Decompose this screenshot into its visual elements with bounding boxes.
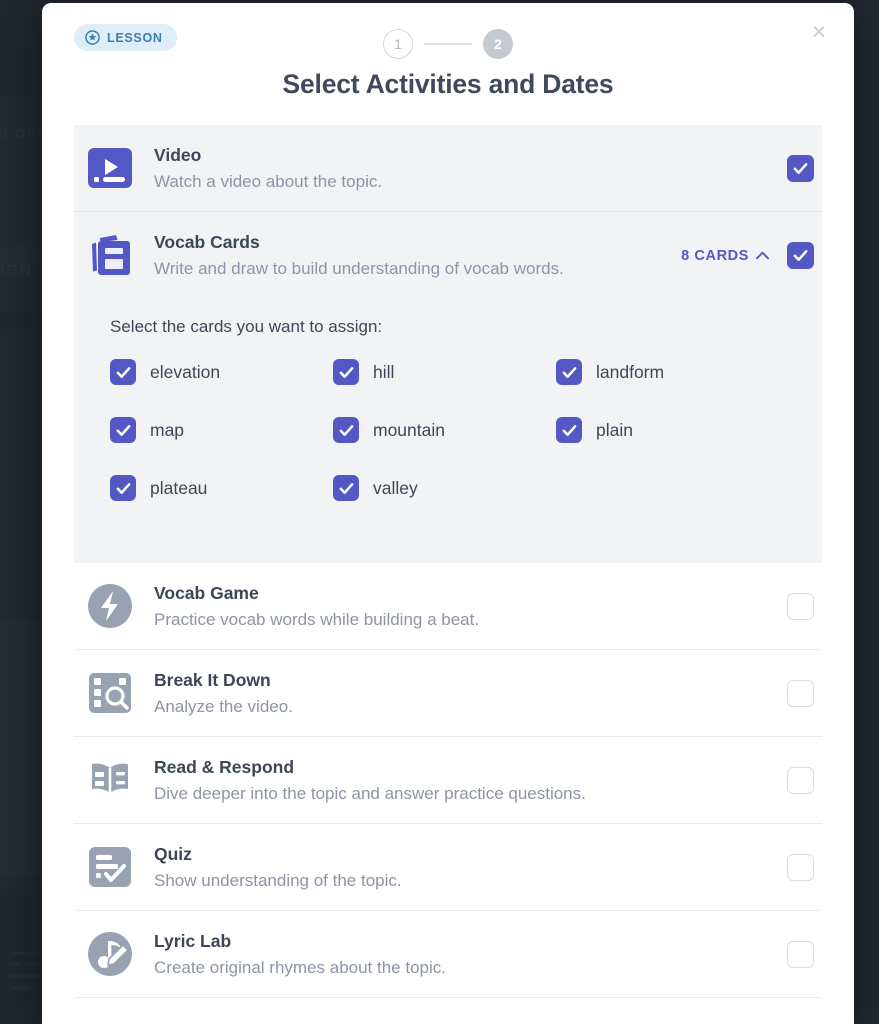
activity-name: Break It Down <box>154 669 271 690</box>
activity-row-quiz[interactable]: Quiz Show understanding of the topic. <box>74 824 822 911</box>
vocab-card-option[interactable]: landform <box>556 359 779 385</box>
step-indicator: 1 2 <box>42 29 854 59</box>
activity-text: Vocab Cards Write and draw to build under… <box>154 232 681 279</box>
activity-description: Practice vocab words while building a be… <box>154 609 480 629</box>
activity-description: Analyze the video. <box>154 696 293 716</box>
activity-checkbox[interactable] <box>787 154 814 182</box>
activity-name: Video <box>154 144 202 165</box>
vocab-card-option[interactable]: valley <box>333 475 556 501</box>
activity-list: Video Watch a video about the topic. Vocab… <box>42 125 854 998</box>
vocab-card-checkbox[interactable] <box>556 417 582 443</box>
step-2[interactable]: 2 <box>483 29 513 59</box>
lightning-bolt-icon <box>86 582 134 630</box>
vocab-card-option[interactable]: hill <box>333 359 556 385</box>
vocab-card-option[interactable]: plateau <box>110 475 333 501</box>
activity-name: Vocab Cards <box>154 232 260 252</box>
select-activities-modal: LESSON 1 2 Select Activities and Dates ×… <box>42 3 854 1024</box>
activity-text: Vocab Game Practice vocab words while bui… <box>154 583 787 630</box>
vocab-card-option[interactable]: mountain <box>333 417 556 443</box>
activity-checkbox[interactable] <box>787 853 814 881</box>
vocab-card-checkbox[interactable] <box>556 359 582 385</box>
card-count-label: 8 CARDS <box>681 247 749 264</box>
vocab-card-checkbox[interactable] <box>110 359 136 385</box>
activity-name: Vocab Game <box>154 582 259 603</box>
card-count-toggle[interactable]: 8 CARDS <box>681 248 769 264</box>
activity-checkbox[interactable] <box>787 766 814 794</box>
activity-row-video[interactable]: Video Watch a video about the topic. <box>74 125 822 212</box>
vocab-card-checkbox[interactable] <box>333 475 359 501</box>
activity-text: Video Watch a video about the topic. <box>154 145 787 192</box>
step-1[interactable]: 1 <box>383 29 413 59</box>
activity-row-read-respond[interactable]: Read & Respond Dive deeper into the topic… <box>74 737 822 824</box>
vocab-card-label: map <box>150 419 185 440</box>
vocab-card-option[interactable]: elevation <box>110 359 333 385</box>
activity-text: Break It Down Analyze the video. <box>154 670 787 717</box>
vocab-card-checkbox[interactable] <box>110 417 136 443</box>
activity-row-vocab-cards[interactable]: Vocab Cards Write and draw to build under… <box>74 212 822 299</box>
vocab-card-grid: elevation hill landform map mountain plain pla… <box>110 359 822 533</box>
quiz-checklist-icon <box>86 843 134 891</box>
vocab-card-label: hill <box>373 361 395 382</box>
activity-checkbox[interactable] <box>787 592 814 620</box>
film-search-icon <box>86 669 134 717</box>
vocab-card-option[interactable]: plain <box>556 417 779 443</box>
activity-name: Read & Respond <box>154 756 295 777</box>
activity-description: Write and draw to build understanding of… <box>154 259 564 278</box>
vocab-card-picker: Select the cards you want to assign: elev… <box>74 299 822 563</box>
page-title: Select Activities and Dates <box>282 69 614 99</box>
activity-text: Read & Respond Dive deeper into the topic… <box>154 757 787 804</box>
vocab-card-label: elevation <box>150 361 221 382</box>
activity-checkbox[interactable] <box>787 679 814 707</box>
vocab-card-checkbox[interactable] <box>333 359 359 385</box>
activity-checkbox[interactable] <box>787 940 814 968</box>
activity-description: Show understanding of the topic. <box>154 870 402 890</box>
vocab-cards-icon <box>86 232 134 280</box>
vocab-picker-prompt: Select the cards you want to assign: <box>110 317 383 336</box>
activity-name: Lyric Lab <box>154 930 232 951</box>
vocab-card-label: plateau <box>150 477 208 498</box>
vocab-card-label: landform <box>596 361 665 382</box>
vocab-card-label: valley <box>373 477 418 498</box>
music-note-pencil-icon <box>86 930 134 978</box>
activity-text: Lyric Lab Create original rhymes about th… <box>154 931 787 978</box>
activity-description: Dive deeper into the topic and answer pr… <box>154 783 586 803</box>
vocab-card-label: plain <box>596 419 633 440</box>
step-connector <box>424 43 472 45</box>
vocab-card-checkbox[interactable] <box>333 417 359 443</box>
chevron-up-icon <box>756 248 769 264</box>
activity-name: Quiz <box>154 843 192 864</box>
activity-description: Watch a video about the topic. <box>154 171 383 191</box>
video-icon <box>86 144 134 192</box>
modal-header: LESSON 1 2 Select Activities and Dates × <box>42 3 854 125</box>
vocab-card-option[interactable]: map <box>110 417 333 443</box>
activity-checkbox[interactable] <box>787 242 814 269</box>
activity-row-break-it-down[interactable]: Break It Down Analyze the video. <box>74 650 822 737</box>
close-icon[interactable]: × <box>802 15 836 49</box>
activity-row-vocab-game[interactable]: Vocab Game Practice vocab words while bui… <box>74 563 822 650</box>
open-book-icon <box>86 756 134 804</box>
activity-description: Create original rhymes about the topic. <box>154 957 446 977</box>
activity-row-lyric-lab[interactable]: Lyric Lab Create original rhymes about th… <box>74 911 822 998</box>
vocab-card-checkbox[interactable] <box>110 475 136 501</box>
vocab-card-label: mountain <box>373 419 445 440</box>
activity-text: Quiz Show understanding of the topic. <box>154 844 787 891</box>
